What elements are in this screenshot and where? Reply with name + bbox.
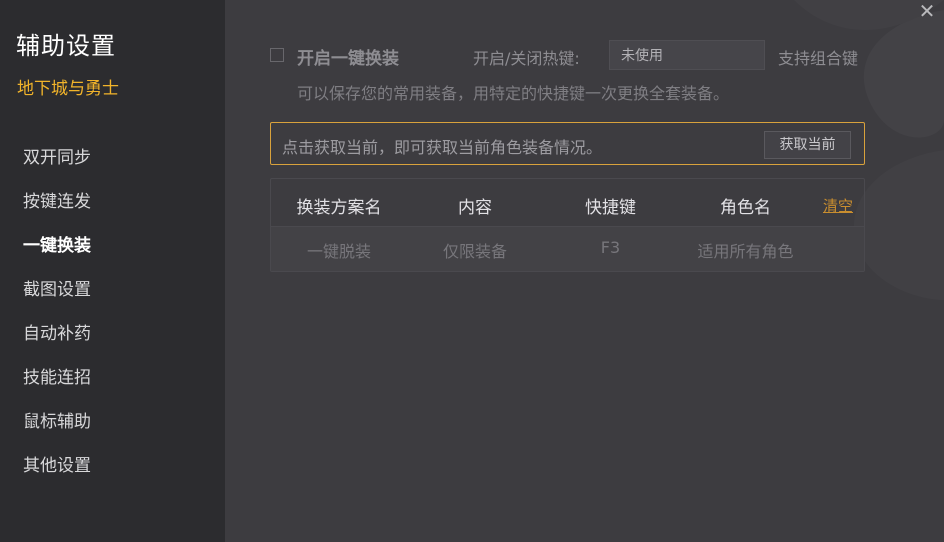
sidebar-item-other-settings[interactable]: 其他设置 [0, 444, 225, 488]
cell-content: 仅限装备 [442, 242, 507, 261]
sidebar-item-auto-potion[interactable]: 自动补药 [0, 312, 225, 356]
cell-role-name: 适用所有角色 [697, 242, 794, 261]
sidebar-item-quick-equip[interactable]: 一键换装 [0, 224, 225, 268]
clear-link[interactable]: 清空 [823, 195, 853, 216]
sidebar-item-skill-combo[interactable]: 技能连招 [0, 356, 225, 400]
feature-description: 可以保存您的常用装备，用特定的快捷键一次更换全套装备。 [297, 84, 730, 103]
enable-row: 开启一键换装 开启/关闭热键: 支持组合键 [270, 40, 890, 70]
sidebar-item-key-repeat[interactable]: 按键连发 [0, 180, 225, 224]
fetch-hint: 点击获取当前，即可获取当前角色装备情况。 [282, 138, 603, 157]
table-row[interactable]: 一键脱装 仅限装备 F3 适用所有角色 [271, 227, 864, 271]
main-panel: ✕ 开启一键换装 开启/关闭热键: 支持组合键 可以保存您的常用装备，用特定的快… [225, 0, 944, 542]
sidebar-nav: 双开同步 按键连发 一键换装 截图设置 自动补药 技能连招 鼠标辅助 其他设置 [0, 136, 225, 488]
column-header-role-name: 角色名 [720, 198, 771, 218]
sidebar-item-dual-sync[interactable]: 双开同步 [0, 136, 225, 180]
sidebar-item-mouse-assist[interactable]: 鼠标辅助 [0, 400, 225, 444]
fetch-current-box: 点击获取当前，即可获取当前角色装备情况。 获取当前 [270, 122, 865, 165]
game-name: 地下城与勇士 [17, 79, 119, 99]
close-icon[interactable]: ✕ [916, 0, 938, 22]
hotkey-input[interactable] [609, 40, 765, 70]
enable-checkbox[interactable] [270, 48, 284, 62]
sidebar-title: 辅助设置 [16, 32, 116, 60]
sidebar: 辅助设置 地下城与勇士 双开同步 按键连发 一键换装 截图设置 自动补药 技能连… [0, 0, 225, 542]
hotkey-label: 开启/关闭热键: [473, 49, 580, 68]
column-header-scheme-name: 换装方案名 [296, 198, 382, 218]
cell-hotkey: F3 [600, 238, 621, 257]
enable-label[interactable]: 开启一键换装 [297, 44, 399, 69]
column-header-hotkey: 快捷键 [585, 198, 636, 218]
sidebar-item-screenshot[interactable]: 截图设置 [0, 268, 225, 312]
fetch-current-button[interactable]: 获取当前 [764, 131, 851, 159]
cell-scheme-name: 一键脱装 [306, 242, 371, 261]
column-header-content: 内容 [458, 198, 492, 218]
equip-scheme-table: 换装方案名 内容 快捷键 角色名 清空 一键脱装 仅限装备 F3 适用所有角色 [270, 178, 865, 272]
combo-hint: 支持组合键 [778, 49, 859, 68]
table-header: 换装方案名 内容 快捷键 角色名 清空 [271, 179, 864, 227]
